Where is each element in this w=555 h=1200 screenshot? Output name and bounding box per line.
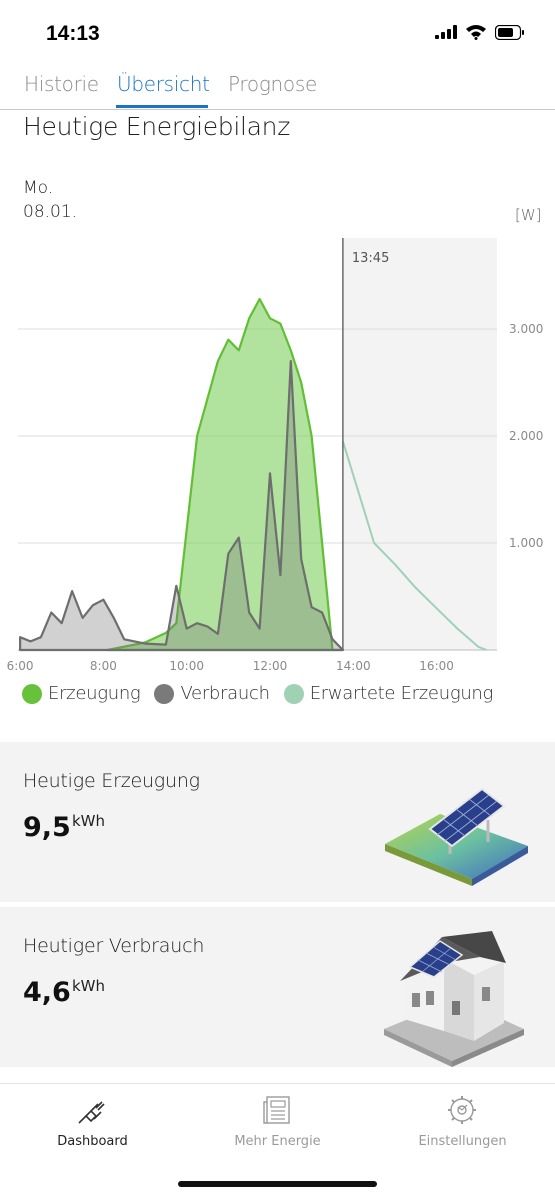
legend-dot-erzeugung: [22, 683, 42, 704]
card-verbrauch[interactable]: Heutiger Verbrauch 4,6 kWh: [0, 907, 555, 1067]
y-tick-label: 3.000: [509, 322, 543, 336]
x-tick-label: 14:00: [336, 659, 371, 673]
signal-icon: [435, 25, 457, 39]
legend-dot-verbrauch: [154, 683, 175, 704]
legend-item-erwartete: Erwartete Erzeugung: [283, 683, 494, 704]
date-label: 08.01.: [23, 202, 78, 222]
card-erzeugung[interactable]: Heutige Erzeugung 9,5 kWh: [0, 742, 555, 902]
x-tick-label: 12:00: [253, 659, 288, 673]
tab-historie[interactable]: Historie: [24, 72, 99, 96]
status-bar: 14:13: [0, 0, 555, 70]
card-title: Heutiger Verbrauch: [23, 935, 205, 957]
now-marker-label: 13:45: [352, 251, 389, 266]
x-tick-label: 8:00: [90, 659, 117, 673]
newspaper-icon: [263, 1096, 290, 1124]
active-tab-indicator: [116, 105, 208, 108]
nav-mehr-energie[interactable]: Mehr Energie: [185, 1084, 370, 1164]
card-title: Heutige Erzeugung: [23, 770, 200, 792]
x-tick-label: 10:00: [169, 659, 204, 673]
gear-icon: [448, 1096, 476, 1124]
home-indicator: [178, 1181, 377, 1187]
y-tick-label: 1.000: [509, 536, 543, 550]
x-tick-label: 16:00: [419, 659, 454, 673]
legend-dot-erwartete: [283, 683, 304, 704]
tab-prognose[interactable]: Prognose: [228, 72, 317, 96]
solar-panel-icon: [385, 787, 528, 886]
legend-label: Erwartete Erzeugung: [309, 683, 494, 704]
tab-uebersicht[interactable]: Übersicht: [117, 72, 210, 96]
nav-dashboard[interactable]: Dashboard: [0, 1084, 185, 1164]
wifi-icon: [466, 25, 486, 40]
x-tick-label: 6:00: [7, 659, 34, 673]
unit-label: [W]: [515, 206, 542, 224]
card-value: 4,6: [23, 977, 71, 1008]
day-label: Mo.: [23, 178, 54, 198]
status-time: 14:13: [46, 22, 100, 45]
segment-tabs: Historie Übersicht Prognose: [0, 70, 555, 110]
legend-label: Erzeugung: [48, 683, 141, 704]
future-background: [342, 238, 497, 650]
plug-icon: [78, 1101, 105, 1124]
y-tick-label: 2.000: [509, 429, 543, 443]
status-icons: [435, 24, 525, 40]
chart-legend: Erzeugung Verbrauch Erwartete Erzeugung: [22, 683, 507, 704]
card-unit: kWh: [72, 977, 106, 995]
battery-icon: [495, 24, 524, 40]
house-icon: [384, 931, 524, 1067]
energy-chart[interactable]: 13:45 1.000 2.000 3.000 6:00 8:00 10:00 12:00 1…: [0, 230, 555, 680]
nav-label: Einstellungen: [418, 1134, 507, 1149]
nav-label: Dashboard: [57, 1134, 128, 1149]
legend-item-erzeugung: Erzeugung: [22, 683, 141, 704]
nav-label: Mehr Energie: [234, 1134, 321, 1149]
legend-label: Verbrauch: [180, 683, 270, 704]
card-value: 9,5: [23, 812, 71, 843]
page-title: Heutige Energiebilanz: [23, 112, 291, 141]
card-unit: kWh: [72, 812, 106, 830]
legend-item-verbrauch: Verbrauch: [154, 683, 270, 704]
nav-einstellungen[interactable]: Einstellungen: [370, 1084, 555, 1164]
